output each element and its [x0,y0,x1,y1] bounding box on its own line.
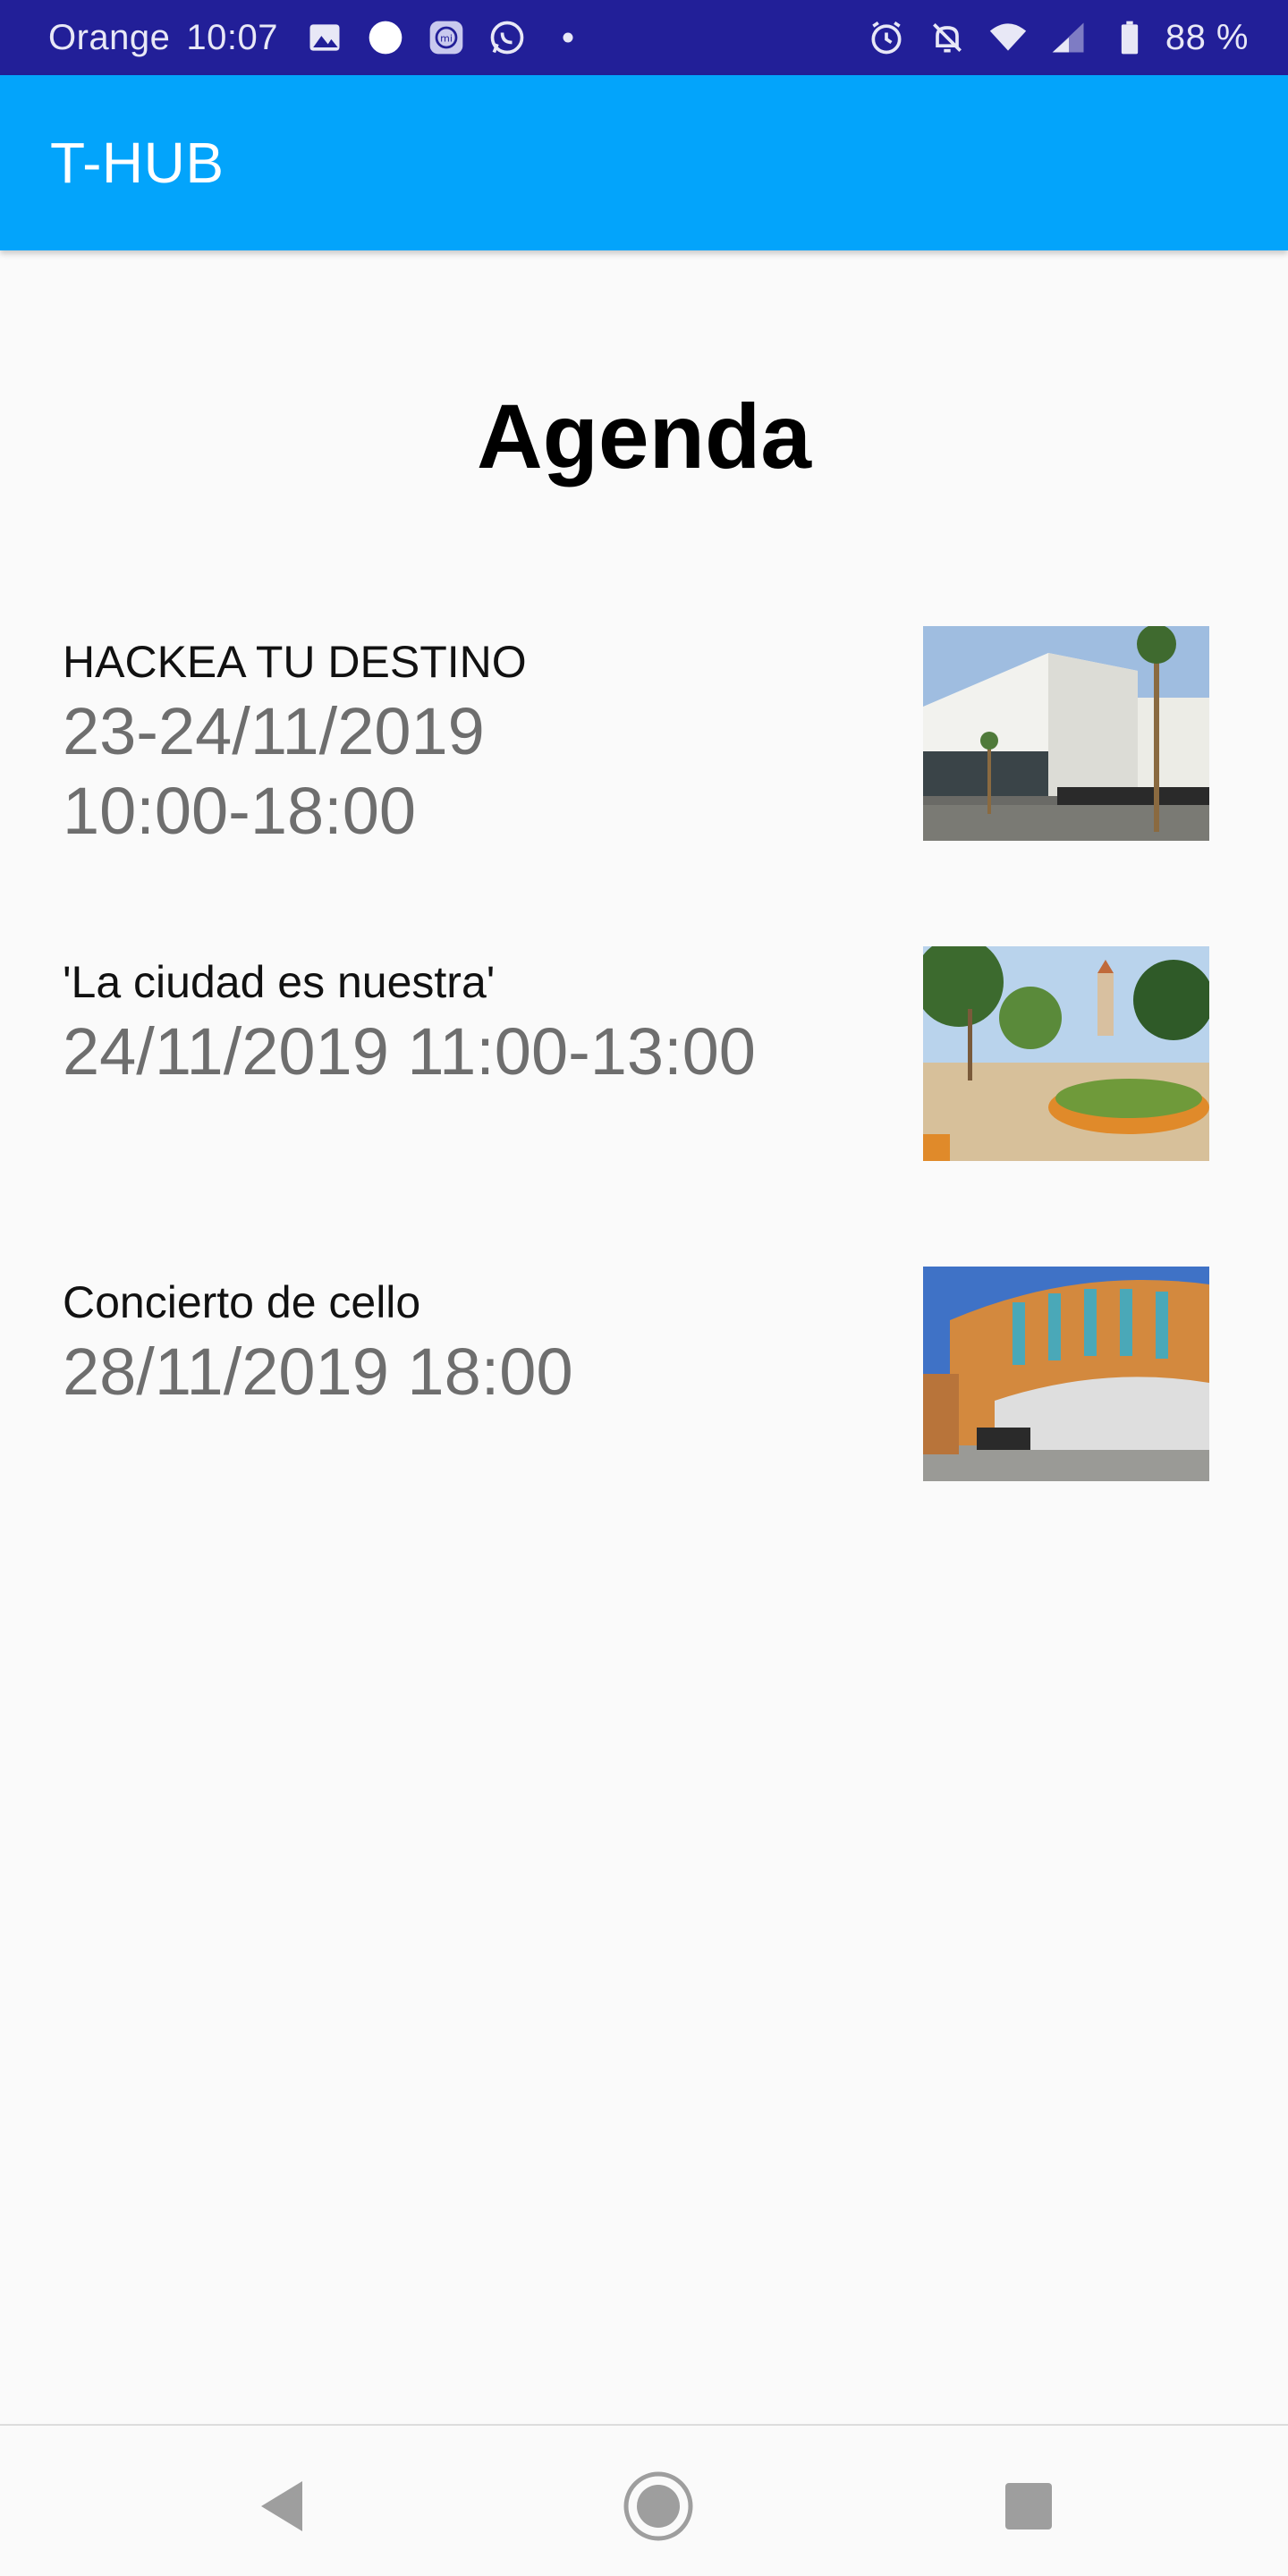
page-title: Agenda [476,386,812,487]
recents-icon [1005,2483,1052,2529]
battery-level: 88 % [1165,17,1249,57]
event-title: Concierto de cello [63,1277,421,1327]
town-square-photo [923,946,1209,1161]
home-icon [623,2471,693,2541]
agenda-list: HACKEA TU DESTINO 23-24/11/2019 10:00-18… [0,626,1288,1587]
status-right: 88 % [856,13,1249,63]
carrier-label: Orange [48,17,171,57]
back-button[interactable] [238,2462,327,2551]
agenda-item-text: 'La ciudad es nuestra' 24/11/2019 11:00-… [63,955,886,1092]
event-date: 24/11/2019 11:00-13:00 [63,1014,756,1089]
agenda-item[interactable]: Concierto de cello 28/11/2019 18:00 [0,1267,1288,1587]
navigation-bar [0,2424,1288,2576]
app-title: T-HUB [50,131,225,195]
svg-text:mi: mi [440,33,453,45]
app-bar: T-HUB [0,75,1288,250]
mi-icon: mi [421,13,471,63]
clock: 10:07 [186,17,279,57]
bell-off-icon [922,13,972,63]
modern-building-photo [923,626,1209,841]
event-title: 'La ciudad es nuestra' [63,957,496,1007]
event-thumbnail[interactable] [923,946,1209,1161]
agenda-item[interactable]: 'La ciudad es nuestra' 24/11/2019 11:00-… [0,946,1288,1267]
agenda-item-text: HACKEA TU DESTINO 23-24/11/2019 10:00-18… [63,635,886,852]
agenda-item[interactable]: HACKEA TU DESTINO 23-24/11/2019 10:00-18… [0,626,1288,946]
event-thumbnail[interactable] [923,1267,1209,1481]
back-icon [261,2481,302,2531]
home-button[interactable] [614,2462,703,2551]
battery-icon [1105,13,1155,63]
status-bar: Orange 10:07 mi 88 % [0,0,1288,75]
dot-icon [543,13,593,63]
alarm-icon [861,13,911,63]
main-content: Agenda HACKEA TU DESTINO 23-24/11/2019 1… [0,250,1288,2424]
auditorium-photo [923,1267,1209,1481]
status-left: Orange 10:07 mi [48,13,598,63]
event-title: HACKEA TU DESTINO [63,637,527,687]
whatsapp-icon [482,13,532,63]
wifi-icon [983,13,1033,63]
gallery-icon [300,13,350,63]
event-date: 28/11/2019 18:00 [63,1335,573,1409]
circle-icon [360,13,411,63]
event-thumbnail[interactable] [923,626,1209,841]
signal-icon [1044,13,1094,63]
recents-button[interactable] [984,2462,1073,2551]
event-date: 23-24/11/2019 10:00-18:00 [63,694,485,848]
agenda-item-text: Concierto de cello 28/11/2019 18:00 [63,1275,886,1412]
